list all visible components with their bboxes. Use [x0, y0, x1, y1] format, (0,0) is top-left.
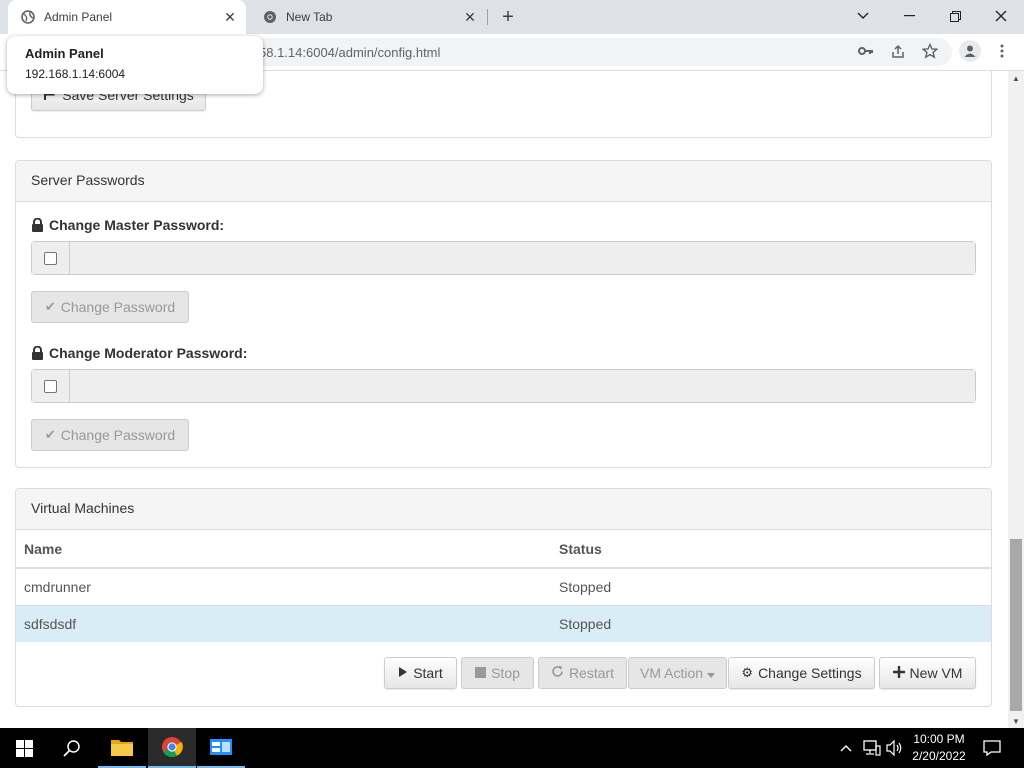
- file-explorer-icon[interactable]: [98, 728, 146, 768]
- notifications-icon[interactable]: [982, 738, 1002, 758]
- master-password-enable-checkbox[interactable]: [44, 251, 57, 265]
- start-vm-button[interactable]: Start: [384, 657, 457, 689]
- restart-vm-label: Restart: [568, 665, 615, 681]
- vm-action-label: VM Action: [639, 665, 704, 681]
- master-password-input-group: [31, 241, 976, 275]
- vm-name-cell: sdfsdsdf: [16, 604, 551, 642]
- virtual-machines-heading: Virtual Machines: [16, 489, 991, 530]
- new-vm-button[interactable]: New VM: [879, 657, 976, 689]
- lock-icon: [31, 218, 44, 232]
- refresh-icon: [551, 665, 564, 681]
- tab-hover-card: Admin Panel 192.168.1.14:6004: [7, 36, 263, 94]
- address-bar-url: 58.1.14:6004/admin/config.html: [259, 45, 441, 60]
- vm-name-cell: cmdrunner: [16, 567, 551, 605]
- search-icon[interactable]: [48, 728, 96, 768]
- browser-tabstrip: Admin Panel ✕ New Tab ✕ +: [0, 0, 1024, 34]
- windows-taskbar: 10:00 PM 2/20/2022: [0, 728, 1024, 768]
- tab-admin-panel[interactable]: Admin Panel ✕: [8, 0, 246, 34]
- tab-hover-card-url: 192.168.1.14:6004: [25, 67, 126, 81]
- vm-action-dropdown[interactable]: VM Action: [628, 657, 727, 689]
- restart-vm-button[interactable]: Restart: [538, 657, 627, 689]
- start-vm-label: Start: [413, 665, 443, 681]
- restore-icon[interactable]: [932, 0, 978, 32]
- minimize-icon[interactable]: [886, 0, 932, 32]
- chrome-icon: [262, 9, 278, 25]
- master-password-label: Change Master Password:: [31, 217, 224, 233]
- tab-search-icon[interactable]: [840, 0, 886, 32]
- tab-title: New Tab: [286, 10, 333, 24]
- caret-down-icon: [707, 665, 716, 681]
- taskbar-clock[interactable]: 10:00 PM 2/20/2022: [908, 731, 970, 765]
- vm-row-sdfsdsdf[interactable]: sdfsdsdf Stopped: [16, 604, 991, 642]
- windows-start-icon[interactable]: [0, 728, 48, 768]
- master-password-enable-addon: [32, 242, 70, 274]
- network-icon[interactable]: [862, 738, 882, 758]
- moderator-password-input-group: [31, 369, 976, 403]
- checkmark-icon: ✔: [44, 427, 56, 442]
- close-tab-icon[interactable]: ✕: [460, 7, 480, 27]
- close-tab-icon[interactable]: ✕: [220, 7, 240, 27]
- vm-status-cell: Stopped: [551, 567, 991, 605]
- tab-hover-card-title: Admin Panel: [25, 46, 104, 61]
- change-moderator-password-button[interactable]: ✔ Change Password: [31, 419, 189, 451]
- scroll-down-arrow-icon[interactable]: ▼: [1008, 714, 1024, 728]
- stop-vm-label: Stop: [491, 665, 520, 681]
- change-moderator-password-label: Change Password: [60, 427, 176, 443]
- stop-icon: [475, 666, 487, 681]
- moderator-password-enable-addon: [32, 370, 70, 402]
- change-master-password-label: Change Password: [60, 299, 176, 315]
- moderator-password-label-text: Change Moderator Password:: [49, 345, 248, 361]
- page-scrollbar[interactable]: ▲ ▼: [1008, 71, 1024, 728]
- vm-status-column-header: Status: [551, 530, 991, 569]
- vm-status-cell: Stopped: [551, 604, 991, 642]
- tab-new-tab[interactable]: New Tab ✕: [250, 0, 486, 34]
- new-vm-label: New VM: [909, 665, 963, 681]
- moderator-password-label: Change Moderator Password:: [31, 345, 247, 361]
- server-manager-icon[interactable]: [197, 728, 245, 768]
- globe-icon: [20, 9, 36, 25]
- gear-icon: ⚙: [741, 665, 754, 680]
- share-icon[interactable]: [889, 42, 907, 60]
- master-password-label-text: Change Master Password:: [49, 217, 225, 233]
- page-content: Save Server Settings Server Passwords Ch…: [0, 71, 1008, 728]
- bookmark-star-icon[interactable]: [921, 42, 939, 60]
- tab-title: Admin Panel: [44, 10, 113, 24]
- checkmark-icon: ✔: [44, 299, 56, 314]
- taskbar-time: 10:00 PM: [913, 732, 965, 746]
- change-settings-button[interactable]: ⚙ Change Settings: [728, 657, 875, 689]
- close-window-icon[interactable]: [978, 0, 1024, 32]
- tab-separator: [487, 9, 488, 25]
- play-icon: [398, 666, 408, 681]
- chrome-icon[interactable]: [148, 728, 196, 768]
- change-master-password-button[interactable]: ✔ Change Password: [31, 291, 189, 323]
- moderator-password-enable-checkbox[interactable]: [44, 379, 57, 393]
- new-tab-icon[interactable]: +: [496, 5, 520, 29]
- vm-name-column-header: Name: [16, 530, 551, 569]
- change-settings-label: Change Settings: [758, 665, 862, 681]
- vm-table-header-row: Name Status: [16, 530, 991, 569]
- master-password-input[interactable]: [70, 242, 975, 274]
- scroll-up-arrow-icon[interactable]: ▲: [1008, 71, 1024, 85]
- moderator-password-input[interactable]: [70, 370, 975, 402]
- key-icon[interactable]: [857, 42, 875, 60]
- vm-table: Name Status cmdrunner Stopped sdfsdsdf S…: [16, 530, 991, 642]
- taskbar-date: 2/20/2022: [912, 749, 966, 763]
- server-passwords-heading: Server Passwords: [16, 161, 991, 202]
- plus-icon: [892, 665, 905, 681]
- profile-avatar-icon[interactable]: [959, 40, 981, 62]
- lock-icon: [31, 346, 44, 360]
- volume-icon[interactable]: [885, 738, 905, 758]
- vm-row-cmdrunner[interactable]: cmdrunner Stopped: [16, 567, 991, 605]
- browser-menu-icon[interactable]: [993, 42, 1011, 60]
- chevron-up-icon[interactable]: [836, 738, 856, 758]
- stop-vm-button[interactable]: Stop: [461, 657, 534, 689]
- scrollbar-thumb[interactable]: [1010, 539, 1022, 711]
